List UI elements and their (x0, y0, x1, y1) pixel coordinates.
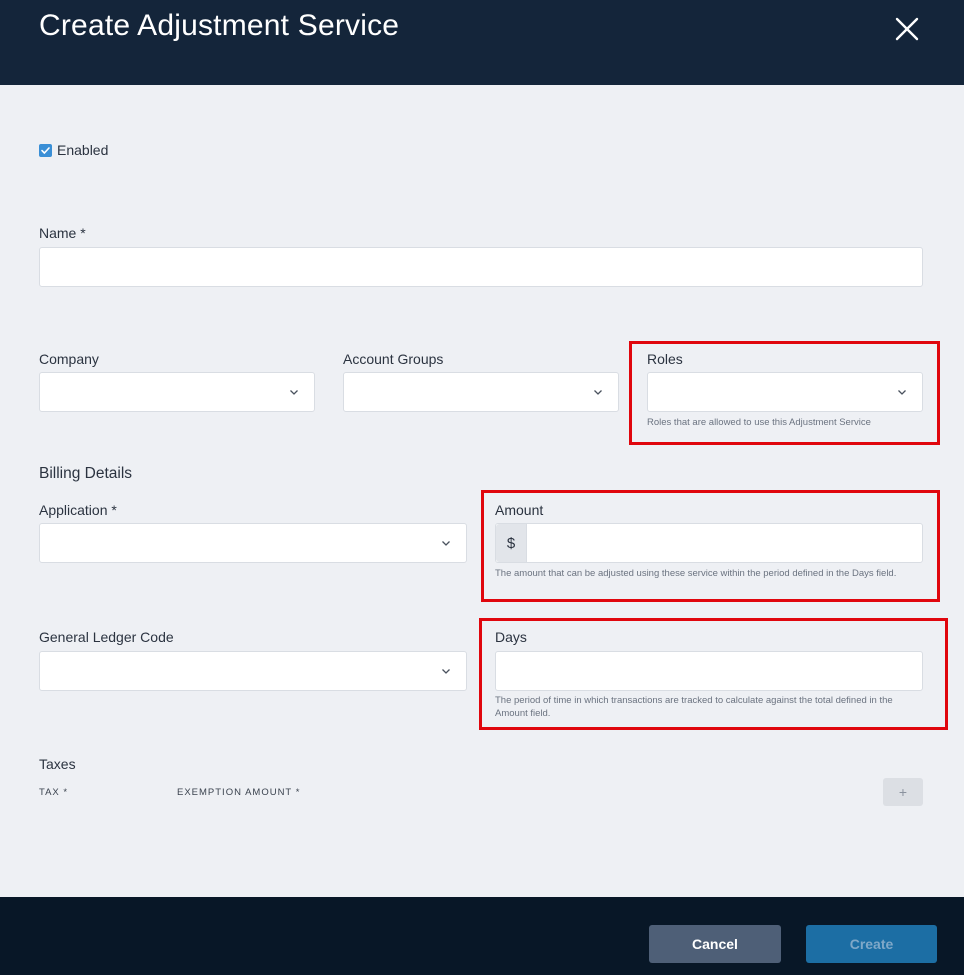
billing-details-title: Billing Details (39, 465, 133, 482)
name-label: Name * (39, 225, 86, 241)
currency-prefix: $ (496, 524, 527, 562)
roles-label: Roles (647, 351, 683, 367)
add-tax-button[interactable]: + (883, 778, 923, 806)
enabled-checkbox-row[interactable]: Enabled (39, 142, 108, 158)
create-button[interactable]: Create (806, 925, 937, 963)
days-help-text: The period of time in which transactions… (495, 695, 893, 719)
enabled-checkbox[interactable] (39, 143, 52, 157)
exemption-amount-column-header: EXEMPTION AMOUNT * (177, 787, 301, 798)
amount-input[interactable]: $ (495, 523, 923, 563)
days-label: Days (495, 629, 527, 645)
company-label: Company (39, 351, 99, 367)
company-select[interactable] (39, 372, 315, 412)
dialog-header: Create Adjustment Service (0, 0, 964, 85)
cancel-button[interactable]: Cancel (649, 925, 781, 963)
gl-code-select[interactable] (39, 651, 467, 691)
enabled-label: Enabled (57, 142, 109, 158)
dialog-title: Create Adjustment Service (39, 9, 400, 42)
gl-code-label: General Ledger Code (39, 629, 174, 645)
check-icon (41, 146, 50, 154)
taxes-title: Taxes (39, 756, 76, 772)
name-input[interactable] (39, 247, 923, 287)
application-label: Application * (39, 502, 117, 518)
chevron-down-icon (898, 390, 906, 395)
roles-help-text: Roles that are allowed to use this Adjus… (647, 417, 871, 428)
chevron-down-icon (442, 541, 450, 546)
chevron-down-icon (442, 669, 450, 674)
amount-help-text: The amount that can be adjusted using th… (495, 568, 897, 579)
chevron-down-icon (290, 390, 298, 395)
amount-label: Amount (495, 502, 544, 518)
application-select[interactable] (39, 523, 467, 563)
chevron-down-icon (594, 390, 602, 395)
roles-select[interactable] (647, 372, 923, 412)
days-input[interactable] (495, 651, 923, 691)
account-groups-label: Account Groups (343, 351, 444, 367)
close-icon[interactable] (890, 12, 924, 46)
account-groups-select[interactable] (343, 372, 619, 412)
tax-column-header: TAX * (39, 787, 69, 798)
